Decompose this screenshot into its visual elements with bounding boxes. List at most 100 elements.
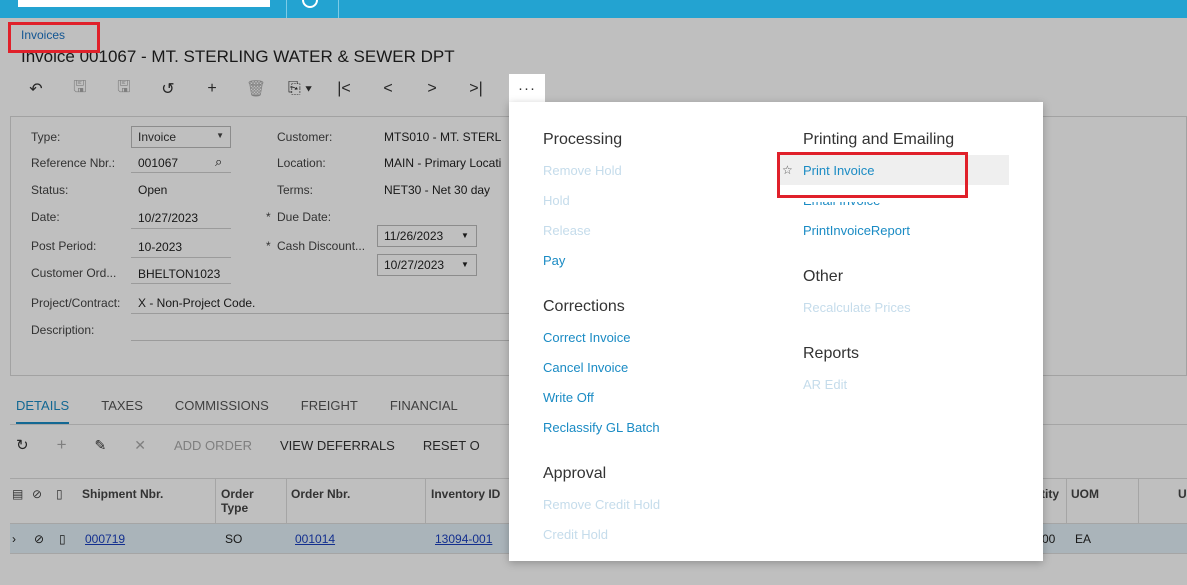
field-underline: [131, 228, 231, 229]
project-label: Project/Contract:: [31, 296, 121, 310]
cash-discount-value: 10/27/2023: [384, 258, 445, 272]
col-order-type[interactable]: Order Type: [221, 487, 254, 515]
first-record-icon[interactable]: |<: [322, 78, 366, 100]
history-icon[interactable]: [302, 0, 318, 8]
col-order-nbr[interactable]: Order Nbr.: [291, 487, 350, 501]
add-order-button[interactable]: ADD ORDER: [174, 438, 252, 453]
toolbar: ↶ 🖫 🖫 ↺ + 🗑 ⎘ ▾ |< < > >|: [14, 77, 498, 101]
menu-item-credit-hold[interactable]: Credit Hold: [543, 527, 608, 542]
view-deferrals-button[interactable]: VIEW DEFERRALS: [280, 438, 395, 453]
note-icon[interactable]: ▯: [59, 532, 66, 546]
menu-item-pay[interactable]: Pay: [543, 253, 565, 268]
required-marker: *: [266, 239, 271, 253]
status-label: Status:: [31, 183, 69, 197]
inventory-id-link[interactable]: 13094-001: [435, 532, 492, 546]
expand-row-icon[interactable]: ›: [12, 532, 16, 546]
tab-bar: DETAILS TAXES COMMISSIONS FREIGHT FINANC…: [16, 398, 490, 424]
annotation-box-breadcrumb: [8, 22, 100, 53]
delete-icon[interactable]: 🗑: [234, 78, 278, 100]
tab-details[interactable]: DETAILS: [16, 398, 70, 424]
location-value[interactable]: MAIN - Primary Locati: [384, 156, 501, 170]
next-record-icon[interactable]: >: [410, 78, 454, 100]
reset-button[interactable]: RESET O: [423, 438, 480, 453]
customer-label: Customer:: [277, 130, 333, 144]
type-label: Type:: [31, 130, 61, 144]
menu-item-correct-invoice[interactable]: Correct Invoice: [543, 330, 630, 345]
chevron-down-icon: ▼: [216, 131, 224, 140]
refresh-icon[interactable]: ↻: [16, 436, 29, 454]
field-underline: [131, 172, 231, 173]
attachment-icon[interactable]: ⊘: [34, 532, 44, 546]
type-select[interactable]: Invoice ▼: [131, 126, 231, 148]
undo-icon[interactable]: ↺: [146, 78, 190, 100]
add-icon[interactable]: +: [190, 78, 234, 100]
menu-item-cancel-invoice[interactable]: Cancel Invoice: [543, 360, 628, 375]
menu-item-hold[interactable]: Hold: [543, 193, 570, 208]
post-period-value[interactable]: 10-2023: [138, 240, 182, 254]
top-divider: [338, 0, 339, 18]
col-divider: [425, 479, 426, 525]
menu-item-remove-hold[interactable]: Remove Hold: [543, 163, 622, 178]
date-label: Date:: [31, 210, 60, 224]
description-label: Description:: [31, 323, 95, 337]
search-icon[interactable]: ⌕: [215, 154, 222, 170]
col-divider: [1066, 479, 1067, 525]
order-type-cell: SO: [225, 532, 243, 546]
status-value: Open: [138, 183, 168, 197]
menu-item-reclassify-gl-batch[interactable]: Reclassify GL Batch: [543, 420, 660, 435]
menu-section-processing: Processing: [543, 131, 623, 148]
menu-item-remove-credit-hold[interactable]: Remove Credit Hold: [543, 497, 660, 512]
attachment-icon: ⊘: [32, 487, 43, 501]
last-record-icon[interactable]: >|: [454, 78, 498, 100]
menu-item-write-off[interactable]: Write Off: [543, 390, 594, 405]
col-inventory-id[interactable]: Inventory ID: [431, 487, 500, 501]
post-period-label: Post Period:: [31, 239, 97, 253]
shipment-nbr-link[interactable]: 000719: [85, 532, 125, 546]
copy-paste-icon[interactable]: ⎘ ▾: [278, 78, 322, 100]
top-divider: [286, 0, 287, 18]
save-icon[interactable]: 🖫: [102, 78, 146, 100]
prev-record-icon[interactable]: <: [366, 78, 410, 100]
field-underline: [131, 313, 511, 314]
tab-taxes[interactable]: TAXES: [101, 398, 143, 424]
save-close-icon[interactable]: 🖫: [58, 78, 102, 100]
back-icon[interactable]: ↶: [14, 78, 58, 100]
menu-item-recalculate-prices[interactable]: Recalculate Prices: [803, 300, 911, 315]
due-date-label: Due Date:: [277, 210, 332, 224]
customer-value[interactable]: MTS010 - MT. STERL: [384, 130, 501, 144]
row-selector-icon: ▤: [12, 487, 24, 501]
customer-order-label: Customer Ord...: [31, 266, 117, 280]
edit-icon[interactable]: ✎: [95, 437, 107, 454]
tab-financial[interactable]: FINANCIAL: [390, 398, 458, 424]
uom-cell: EA: [1075, 532, 1092, 546]
col-divider: [286, 479, 287, 525]
grid-toolbar: ↻ + ✎ ✕ ADD ORDER VIEW DEFERRALS RESET O: [16, 432, 508, 458]
customer-order-value[interactable]: BHELTON1023: [138, 267, 226, 281]
col-unit-price[interactable]: U: [1178, 487, 1187, 501]
date-value[interactable]: 10/27/2023: [138, 211, 198, 225]
tab-commissions[interactable]: COMMISSIONS: [175, 398, 269, 424]
col-quantity[interactable]: tity: [1041, 487, 1059, 501]
menu-section-printing-emailing: Printing and Emailing: [803, 131, 955, 148]
menu-item-print-invoice-report[interactable]: PrintInvoiceReport: [803, 223, 910, 238]
menu-section-approval: Approval: [543, 465, 607, 482]
quantity-cell: 00: [1042, 532, 1056, 546]
project-value[interactable]: X - Non-Project Code.: [138, 296, 255, 310]
col-uom[interactable]: UOM: [1071, 487, 1099, 501]
reference-label: Reference Nbr.:: [31, 156, 116, 170]
top-bar: [0, 0, 1187, 18]
more-actions-button[interactable]: ···: [509, 74, 545, 102]
tab-freight[interactable]: FREIGHT: [301, 398, 358, 424]
type-value: Invoice: [138, 130, 177, 144]
add-row-icon[interactable]: +: [57, 435, 67, 455]
chevron-down-icon: ▼: [461, 231, 469, 240]
menu-item-ar-edit[interactable]: AR Edit: [803, 377, 847, 392]
col-shipment-nbr[interactable]: Shipment Nbr.: [82, 487, 163, 501]
delete-row-icon[interactable]: ✕: [134, 437, 146, 454]
menu-item-release[interactable]: Release: [543, 223, 591, 238]
reference-value[interactable]: 001067: [138, 156, 178, 170]
cash-discount-label: Cash Discount...: [277, 239, 366, 253]
order-nbr-link[interactable]: 001014: [295, 532, 335, 546]
search-box[interactable]: [18, 0, 270, 7]
terms-value[interactable]: NET30 - Net 30 day: [384, 183, 490, 197]
